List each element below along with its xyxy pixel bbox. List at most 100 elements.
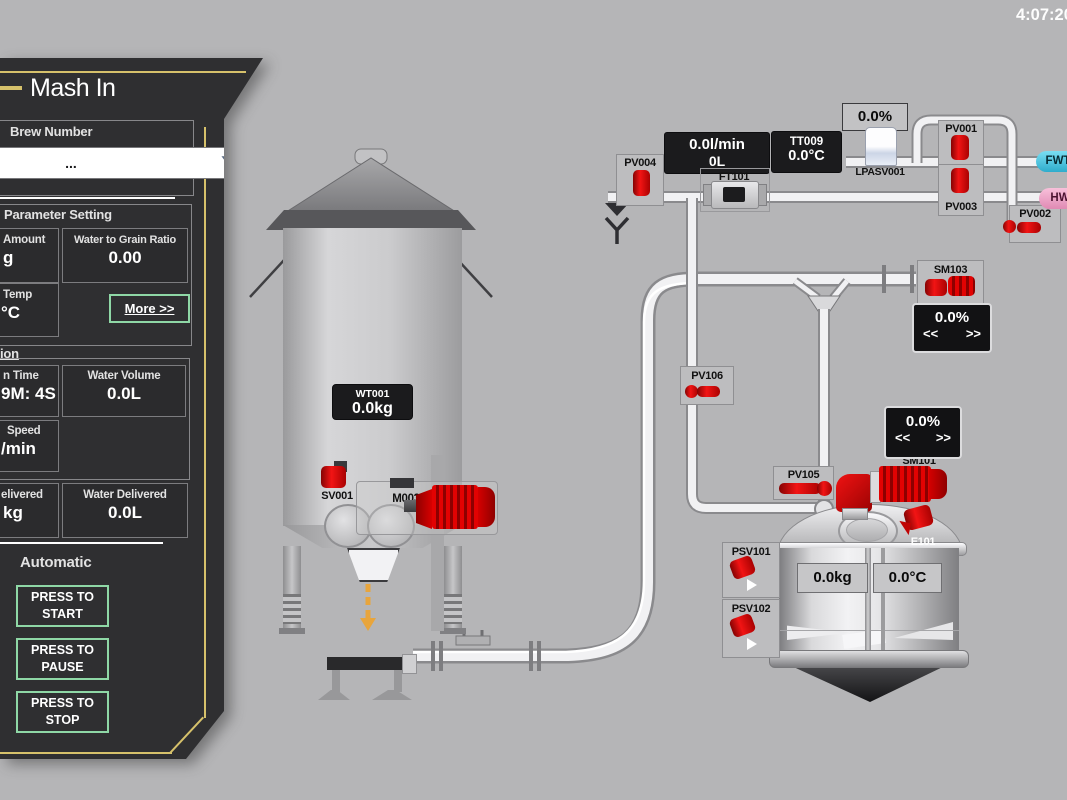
sm101-motor-cap bbox=[929, 469, 947, 499]
panel-accent-vertical bbox=[204, 127, 206, 718]
psv102-label: PSV102 bbox=[723, 603, 779, 615]
tt009-tag: TT009 bbox=[772, 136, 841, 148]
conveyor-coupling bbox=[402, 654, 417, 674]
psv101-arrow-icon bbox=[747, 579, 757, 591]
leg-adjuster bbox=[283, 594, 301, 624]
grain-amount-value: g bbox=[3, 248, 58, 268]
tank-manhole-inner bbox=[846, 518, 888, 542]
parameter-setting-title: Parameter Setting bbox=[4, 207, 112, 222]
sm101-increase-button[interactable]: >> bbox=[936, 430, 951, 445]
sm103-increase-button[interactable]: >> bbox=[966, 326, 981, 341]
speed-field: Speed /min bbox=[0, 420, 59, 472]
tt009-value: 0.0°C bbox=[772, 148, 841, 164]
flow-arrow bbox=[360, 584, 376, 631]
pv106-label: PV106 bbox=[681, 370, 733, 382]
water-volume-value: 0.0L bbox=[63, 384, 185, 404]
pv001-label: PV001 bbox=[939, 123, 983, 135]
wt001-value: 0.0kg bbox=[333, 400, 412, 418]
water-delivered-field: Water Delivered 0.0L bbox=[62, 483, 188, 538]
agitator-blade bbox=[842, 629, 886, 649]
pv105-valve[interactable] bbox=[779, 483, 821, 494]
divider bbox=[0, 542, 163, 544]
m003-motor-cap bbox=[478, 487, 495, 527]
wt001-tag: WT001 bbox=[333, 388, 412, 400]
sidebar-shadow-wrap: Mash In Brew Number ... Parameter Settin… bbox=[0, 58, 266, 759]
water-grain-ratio-value: 0.00 bbox=[63, 248, 187, 268]
sm101-motor[interactable] bbox=[879, 466, 931, 502]
pv002-junction bbox=[1003, 220, 1016, 233]
leg-adjuster bbox=[444, 594, 462, 624]
psv102-arrow-icon bbox=[747, 638, 757, 650]
water-volume-field: Water Volume 0.0L bbox=[62, 365, 186, 417]
pv105-junction bbox=[817, 481, 832, 496]
hw-flow-tag: HW bbox=[1039, 188, 1067, 209]
water-delivered-label: Water Delivered bbox=[63, 489, 187, 501]
title-dash bbox=[0, 86, 22, 90]
grain-amount-label: Amount bbox=[3, 234, 58, 246]
lpasv001-device[interactable] bbox=[865, 127, 897, 166]
sm101-decrease-button[interactable]: << bbox=[895, 430, 910, 445]
press-to-stop-button[interactable]: PRESS TO STOP bbox=[16, 691, 109, 733]
sidebar: Mash In Brew Number ... Parameter Settin… bbox=[0, 58, 266, 759]
tank-temp-display: 0.0°C bbox=[873, 563, 942, 593]
grain-delivered-field: elivered kg bbox=[0, 483, 59, 538]
hopper-leg-right bbox=[444, 546, 462, 630]
tank-cone bbox=[787, 664, 949, 702]
pv001-valve[interactable] bbox=[951, 135, 969, 160]
sm101-collar bbox=[842, 508, 868, 520]
press-to-pause-button[interactable]: PRESS TO PAUSE bbox=[16, 638, 109, 680]
flow-total: 0L bbox=[665, 153, 769, 169]
ft101-body[interactable] bbox=[711, 181, 759, 209]
sm101-speed-display: 0.0% << >> bbox=[884, 406, 962, 459]
sv001-valve[interactable] bbox=[321, 466, 346, 488]
brew-number-label: Brew Number bbox=[10, 124, 92, 139]
wt001-display: WT001 0.0kg bbox=[332, 384, 413, 420]
pv106-valve[interactable] bbox=[697, 386, 720, 397]
page-title: Mash In bbox=[30, 74, 115, 103]
speed-value: /min bbox=[1, 439, 58, 459]
panel-accent-bottom bbox=[0, 752, 172, 754]
water-grain-ratio-field: Water to Grain Ratio 0.00 bbox=[62, 228, 188, 283]
tank-bottom-band bbox=[769, 650, 969, 668]
water-grain-ratio-label: Water to Grain Ratio bbox=[63, 234, 187, 246]
grain-delivered-value: kg bbox=[3, 503, 58, 523]
more-button[interactable]: More >> bbox=[109, 294, 190, 323]
automatic-title: Automatic bbox=[20, 554, 92, 571]
ft101-screen bbox=[723, 187, 745, 202]
water-temp-value: °C bbox=[1, 303, 58, 323]
drain-symbol bbox=[605, 203, 629, 244]
sm103-gearbox bbox=[925, 279, 947, 296]
pv003-valve[interactable] bbox=[951, 168, 969, 193]
agitator-blade bbox=[787, 622, 849, 640]
sm101-elbow bbox=[836, 474, 872, 512]
pv105-label: PV105 bbox=[774, 469, 833, 481]
water-volume-label: Water Volume bbox=[63, 370, 185, 382]
clock: 4:07:20 bbox=[1016, 6, 1067, 25]
leg-foot bbox=[279, 628, 305, 634]
sm103-label: SM103 bbox=[918, 264, 983, 276]
water-pipes bbox=[608, 120, 1060, 508]
divider bbox=[0, 197, 175, 199]
sm103-decrease-button[interactable]: << bbox=[923, 326, 938, 341]
water-temp-label: Temp bbox=[3, 289, 58, 301]
sm103-motor[interactable] bbox=[948, 276, 975, 296]
m003-flange bbox=[416, 489, 432, 529]
pv004-label: PV004 bbox=[617, 157, 663, 169]
brew-number-value: ... bbox=[65, 155, 77, 171]
water-delivered-value: 0.0L bbox=[63, 503, 187, 523]
m003-motor[interactable] bbox=[432, 485, 478, 529]
run-time-label: n Time bbox=[3, 370, 58, 382]
brew-number-dropdown[interactable]: ... bbox=[0, 147, 252, 179]
pv002-valve[interactable] bbox=[1017, 222, 1041, 233]
flow-rate: 0.0l/min bbox=[665, 136, 769, 153]
hopper-leg-left bbox=[283, 546, 301, 630]
water-temp-field: Temp °C bbox=[0, 283, 59, 337]
sm103-percent: 0.0% bbox=[914, 309, 990, 326]
grain-amount-field: Amount g bbox=[0, 228, 59, 283]
conveyor-auger bbox=[327, 657, 405, 670]
pv004-valve[interactable] bbox=[633, 170, 650, 196]
run-time-value: 9M: 4S bbox=[1, 384, 58, 404]
conveyor-leg bbox=[394, 670, 402, 692]
mash-in-hmi-screen: SV001 M003 WT001 0.0kg 0.0kg 0.0°C SM101 bbox=[0, 0, 1067, 800]
press-to-start-button[interactable]: PRESS TO START bbox=[16, 585, 109, 627]
